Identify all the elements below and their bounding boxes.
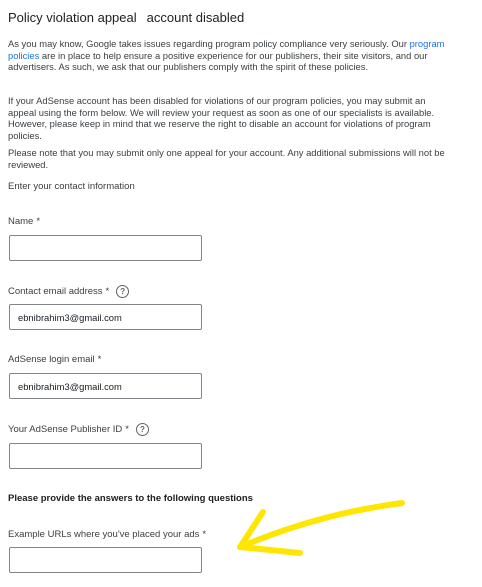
required-marker: * xyxy=(36,216,41,227)
arrow-shaft xyxy=(237,500,405,550)
required-marker: * xyxy=(97,354,102,365)
publisher-id-label: Your AdSense Publisher ID * ? xyxy=(8,423,149,436)
help-icon[interactable]: ? xyxy=(116,285,130,298)
intro-paragraph-note: Please note that you may submit only one… xyxy=(8,147,445,170)
help-icon[interactable]: ? xyxy=(135,423,149,436)
example-urls-input[interactable] xyxy=(9,547,202,573)
appeal-form-page: Policy violation appeal account disabled … xyxy=(0,0,482,587)
page-title-part2: account disabled xyxy=(146,10,245,25)
required-marker: * xyxy=(105,286,110,297)
required-marker: * xyxy=(125,424,129,435)
example-urls-label-text: Example URLs where you've placed your ad… xyxy=(8,529,200,540)
intro-text-before-link: As you may know, Google takes issues reg… xyxy=(8,38,410,49)
name-label: Name * xyxy=(8,216,40,227)
page-title: Policy violation appeal account disabled xyxy=(8,10,244,25)
intro-paragraph-policy: As you may know, Google takes issues reg… xyxy=(8,38,456,73)
publisher-id-label-text: Your AdSense Publisher ID xyxy=(8,424,123,435)
contact-email-label: Contact email address * ? xyxy=(8,285,130,298)
contact-email-input[interactable] xyxy=(9,304,202,330)
example-urls-label: Example URLs where you've placed your ad… xyxy=(8,529,206,540)
name-label-text: Name xyxy=(8,216,34,227)
publisher-id-input[interactable] xyxy=(9,443,202,469)
login-email-label: AdSense login email * xyxy=(8,354,101,365)
questions-heading: Please provide the answers to the follow… xyxy=(8,493,253,504)
page-title-part1: Policy violation appeal xyxy=(8,10,137,25)
login-email-label-text: AdSense login email xyxy=(8,354,95,365)
required-marker: * xyxy=(202,529,207,540)
name-input[interactable] xyxy=(9,235,202,261)
arrow-head xyxy=(237,509,303,556)
intro-text-after-link: are in place to help ensure a positive e… xyxy=(8,49,428,73)
intro-paragraph-appeal: If your AdSense account has been disable… xyxy=(8,95,435,141)
login-email-input[interactable] xyxy=(9,373,202,399)
contact-email-label-text: Contact email address xyxy=(8,286,103,297)
contact-section-label: Enter your contact information xyxy=(8,181,135,192)
